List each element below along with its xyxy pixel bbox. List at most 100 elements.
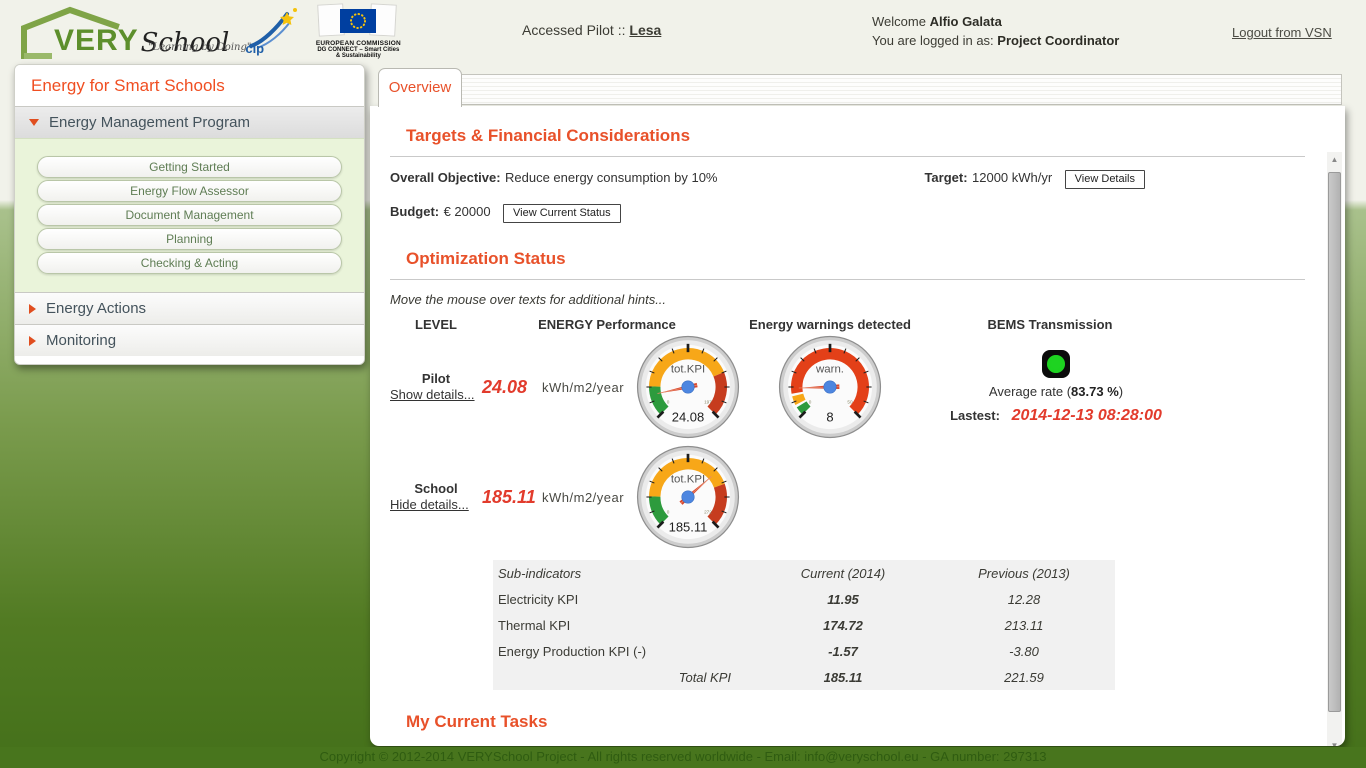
top-header: VERY School "Learning by Doing" cip	[0, 0, 1366, 60]
scrollbar-thumb[interactable]	[1328, 172, 1341, 712]
svg-text:tot.KPI: tot.KPI	[671, 363, 705, 375]
eu-commission-line2: DG CONNECT – Smart Cities & Sustainabili…	[315, 47, 401, 59]
logout-link[interactable]: Logout from VSN	[1232, 25, 1332, 40]
accordion-label: Monitoring	[46, 332, 116, 349]
school-level-label: School	[390, 481, 482, 496]
row-previous: -3.80	[933, 644, 1115, 659]
bems-average-rate: Average rate (83.73 %)	[989, 384, 1123, 399]
sidebar-title: Energy for Smart Schools	[15, 65, 364, 106]
cip-logo: cip	[243, 6, 301, 58]
pilot-show-details-link[interactable]: Show details...	[390, 387, 475, 402]
total-current: 185.11	[753, 670, 933, 685]
pilot-kpi-value: 24.08	[482, 377, 542, 398]
bems-lastest: Lastest: 2014-12-13 08:28:00	[950, 407, 1162, 425]
svg-text:tot.KPI: tot.KPI	[671, 473, 705, 485]
overall-objective: Overall Objective: Reduce energy consump…	[390, 169, 717, 187]
lastest-label: Lastest:	[950, 408, 1000, 423]
school-kpi-value: 185.11	[482, 487, 542, 508]
budget-label: Budget:	[390, 204, 439, 219]
objective-label: Overall Objective:	[390, 170, 501, 185]
column-energy-warnings: Energy warnings detected	[732, 317, 928, 332]
accordion-energy-actions[interactable]: Energy Actions	[15, 292, 364, 324]
pilot-row: Pilot Show details... 24.08 kWh/m2/year …	[390, 332, 1305, 442]
eu-flag-icon	[340, 9, 376, 33]
chevron-right-icon	[29, 336, 36, 346]
accessed-pilot-label: Accessed Pilot ::	[522, 22, 626, 38]
eu-commission-logo: EUROPEAN COMMISSION DG CONNECT – Smart C…	[315, 4, 401, 59]
main-content: Overview Targets & Financial Considerati…	[370, 64, 1345, 746]
table-header-row: Sub-indicators Current (2014) Previous (…	[493, 560, 1115, 586]
row-label: Energy Production KPI (-)	[493, 644, 753, 659]
tab-overview[interactable]: Overview	[378, 68, 462, 107]
tasks-heading: My Current Tasks	[406, 712, 1305, 732]
target-value: 12000 kWh/yr	[972, 170, 1052, 185]
svg-text:0: 0	[667, 510, 670, 515]
row-label: Electricity KPI	[493, 592, 753, 607]
sub-indicators-table: Sub-indicators Current (2014) Previous (…	[493, 560, 1115, 690]
row-previous: 213.11	[933, 618, 1115, 633]
cip-text: cip	[245, 41, 264, 56]
targets-heading: Targets & Financial Considerations	[406, 126, 1305, 146]
total-previous: 221.59	[933, 670, 1115, 685]
lastest-value: 2014-12-13 08:28:00	[1012, 407, 1162, 424]
avg-prefix: Average rate (	[989, 384, 1071, 399]
sidebar-item-planning[interactable]: Planning	[37, 228, 342, 250]
table-row: Energy Production KPI (-) -1.57 -3.80	[493, 638, 1115, 664]
pilot-level-label: Pilot	[390, 371, 482, 386]
optimization-column-headers: LEVEL ENERGY Performance Energy warnings…	[390, 317, 1305, 332]
divider	[390, 279, 1305, 280]
svg-text:50: 50	[847, 400, 853, 405]
tab-strip	[461, 74, 1342, 105]
accessed-pilot: Accessed Pilot :: Lesa	[522, 22, 661, 38]
sidebar-item-checking-acting[interactable]: Checking & Acting	[37, 252, 342, 274]
table-total-row: Total KPI 185.11 221.59	[493, 664, 1115, 690]
accordion-label: Energy Management Program	[49, 114, 250, 131]
logo-tagline: "Learning by Doing"	[148, 42, 251, 53]
view-current-status-button[interactable]: View Current Status	[503, 204, 621, 223]
vertical-scrollbar[interactable]: ▲ ▼	[1327, 152, 1342, 746]
pilot-totkpi-gauge: 0 197 tot.KPI 24.08	[632, 335, 744, 439]
view-details-button[interactable]: View Details	[1065, 170, 1145, 189]
sidebar-footer-strip	[15, 356, 364, 364]
energy-management-panel: Getting Started Energy Flow Assessor Doc…	[15, 138, 364, 292]
footer-copyright: Copyright © 2012-2014 VERYSchool Project…	[0, 747, 1366, 768]
svg-text:24.08: 24.08	[672, 409, 705, 424]
school-kpi-unit: kWh/m2/year	[542, 490, 632, 505]
accordion-energy-management-program[interactable]: Energy Management Program	[15, 106, 364, 138]
total-label: Total KPI	[493, 670, 753, 685]
svg-text:0: 0	[809, 400, 812, 405]
avg-suffix: )	[1119, 384, 1123, 399]
svg-text:197: 197	[704, 400, 712, 405]
header-previous: Previous (2013)	[933, 566, 1115, 581]
scroll-down-icon[interactable]: ▼	[1327, 738, 1342, 746]
row-label: Thermal KPI	[493, 618, 753, 633]
accessed-pilot-link[interactable]: Lesa	[629, 22, 661, 38]
sidebar-item-getting-started[interactable]: Getting Started	[37, 156, 342, 178]
svg-text:warn.: warn.	[815, 363, 844, 375]
pilot-kpi-unit: kWh/m2/year	[542, 380, 632, 395]
svg-text:8: 8	[826, 409, 833, 424]
accordion-monitoring[interactable]: Monitoring	[15, 324, 364, 356]
optimization-heading: Optimization Status	[406, 249, 1305, 269]
content-panel: Targets & Financial Considerations Overa…	[370, 106, 1345, 746]
eu-commission-line1: EUROPEAN COMMISSION	[315, 40, 401, 47]
table-row: Electricity KPI 11.95 12.28	[493, 586, 1115, 612]
chevron-right-icon	[29, 304, 36, 314]
column-bems-transmission: BEMS Transmission	[958, 317, 1142, 332]
school-hide-details-link[interactable]: Hide details...	[390, 497, 469, 512]
scroll-up-icon[interactable]: ▲	[1327, 152, 1342, 168]
sidebar-item-energy-flow-assessor[interactable]: Energy Flow Assessor	[37, 180, 342, 202]
budget-block: Budget: € 20000 View Current Status	[390, 203, 1305, 223]
row-current: 174.72	[753, 618, 933, 633]
svg-text:0: 0	[667, 400, 670, 405]
row-previous: 12.28	[933, 592, 1115, 607]
sidebar: Energy for Smart Schools Energy Manageme…	[14, 64, 365, 365]
table-row: Thermal KPI 174.72 213.11	[493, 612, 1115, 638]
target-block: Target: 12000 kWh/yr View Details	[924, 169, 1145, 189]
row-current: 11.95	[753, 592, 933, 607]
column-level: LEVEL	[390, 317, 482, 332]
row-current: -1.57	[753, 644, 933, 659]
header-current: Current (2014)	[753, 566, 933, 581]
chevron-down-icon	[29, 119, 39, 126]
sidebar-item-document-management[interactable]: Document Management	[37, 204, 342, 226]
